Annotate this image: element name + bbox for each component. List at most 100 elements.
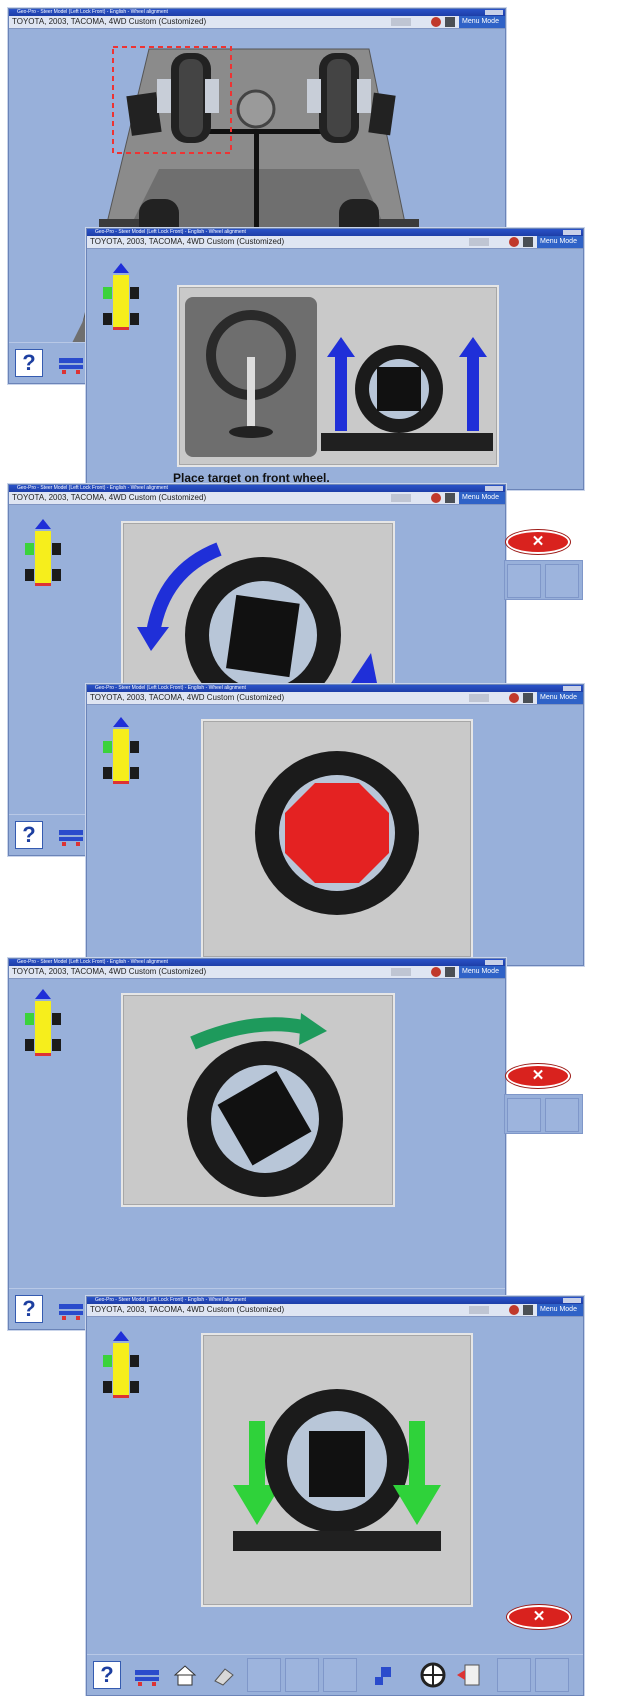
wheel-target xyxy=(226,594,300,678)
titlebar-text: Geo-Pro - Steer Model (Left Lock Front) … xyxy=(95,1297,246,1303)
menu-mode-label[interactable]: Menu Mode xyxy=(459,16,505,28)
vehicle-info: TOYOTA, 2003, TACOMA, 4WD Custom (Custom… xyxy=(90,237,285,246)
steering-wheel xyxy=(236,89,276,129)
instruction-panel xyxy=(121,993,395,1207)
network-icon xyxy=(375,1667,391,1685)
menu-mode-label[interactable]: Menu Mode xyxy=(459,492,505,504)
window-controls[interactable] xyxy=(563,1298,581,1303)
exit-button[interactable]: ✕ xyxy=(506,530,570,554)
window-controls[interactable] xyxy=(563,686,581,691)
settings-icon[interactable] xyxy=(523,1305,533,1315)
vehicle-position-indicator xyxy=(103,1331,139,1398)
alignment-button[interactable] xyxy=(133,1661,161,1689)
vehicle-info: TOYOTA, 2003, TACOMA, 4WD Custom (Custom… xyxy=(12,967,207,976)
settings-icon[interactable] xyxy=(523,693,533,703)
alert-icon[interactable] xyxy=(509,693,519,703)
menu-mode-label[interactable]: Menu Mode xyxy=(537,1304,583,1316)
lower-target-graphic xyxy=(233,1389,441,1551)
toolbar-cell[interactable] xyxy=(507,564,541,598)
vehicle-position-indicator xyxy=(25,519,61,586)
window-controls[interactable] xyxy=(485,10,503,15)
exit-icon: ✕ xyxy=(531,533,545,550)
toolbar-cell[interactable] xyxy=(497,1658,531,1692)
toolbar-cell[interactable] xyxy=(247,1658,281,1692)
toolbar-cell[interactable] xyxy=(285,1658,319,1692)
toolbar-cell[interactable] xyxy=(535,1658,569,1692)
window-titlebar: Geo-Pro - Steer Model (Left Lock Front) … xyxy=(87,685,583,692)
target-status-graphic xyxy=(255,751,419,915)
toolbar-cell[interactable] xyxy=(545,564,579,598)
alignment-button[interactable] xyxy=(57,821,85,849)
settings-icon[interactable] xyxy=(523,237,533,247)
vehicle-info: TOYOTA, 2003, TACOMA, 4WD Custom (Custom… xyxy=(12,493,207,502)
instruction-panel xyxy=(201,1333,473,1607)
alignment-button[interactable] xyxy=(57,1295,85,1323)
window-controls[interactable] xyxy=(485,960,503,965)
menu-mode-label[interactable]: Menu Mode xyxy=(537,692,583,704)
exit-button[interactable]: ✕ xyxy=(507,1605,571,1629)
eraser-button[interactable] xyxy=(209,1661,237,1689)
help-button[interactable]: ? xyxy=(15,1295,43,1323)
home-button[interactable] xyxy=(171,1661,199,1689)
help-button[interactable]: ? xyxy=(15,821,43,849)
help-button[interactable]: ? xyxy=(15,349,43,377)
instruction-panel xyxy=(201,719,473,959)
vehicle-info: TOYOTA, 2003, TACOMA, 4WD Custom (Custom… xyxy=(90,693,285,702)
alignment-icon xyxy=(59,1304,83,1320)
alert-icon[interactable] xyxy=(431,17,441,27)
help-icon: ? xyxy=(22,350,36,375)
vehicle-info-bar: TOYOTA, 2003, TACOMA, 4WD Custom (Custom… xyxy=(87,236,583,249)
left-up-arrow xyxy=(327,337,355,431)
alignment-icon xyxy=(135,1670,159,1686)
rotate-arrow-left-head xyxy=(137,627,169,651)
status-field xyxy=(469,694,489,702)
alignment-icon xyxy=(59,358,83,374)
rotate-arrow-green-head xyxy=(299,1013,327,1045)
vehicle-info-bar: TOYOTA, 2003, TACOMA, 4WD Custom (Custom… xyxy=(9,492,505,505)
titlebar-text: Geo-Pro - Steer Model (Left Lock Front) … xyxy=(17,959,168,965)
alignment-icon xyxy=(59,830,83,846)
place-target-graphic xyxy=(185,297,493,457)
wheel-target xyxy=(377,367,421,411)
home-icon xyxy=(173,1665,197,1686)
window-titlebar: Geo-Pro - Steer Model (Left Lock Front) … xyxy=(9,485,505,492)
menu-mode-label[interactable]: Menu Mode xyxy=(459,966,505,978)
titlebar-text: Geo-Pro - Steer Model (Left Lock Front) … xyxy=(17,9,168,15)
instruction-caption: Place target on front wheel. xyxy=(173,471,330,485)
target-button[interactable] xyxy=(419,1661,447,1689)
exit-icon: ✕ xyxy=(532,1608,546,1625)
exit-button[interactable]: ✕ xyxy=(506,1064,570,1088)
toolbar-cell[interactable] xyxy=(507,1098,541,1132)
window-controls[interactable] xyxy=(563,230,581,235)
toolbar-cell[interactable] xyxy=(323,1658,357,1692)
window-lower-target: Geo-Pro - Steer Model (Left Lock Front) … xyxy=(86,1296,584,1696)
right-up-arrow xyxy=(459,337,487,431)
window-controls[interactable] xyxy=(485,486,503,491)
vehicle-info-bar: TOYOTA, 2003, TACOMA, 4WD Custom (Custom… xyxy=(87,692,583,705)
network-button[interactable] xyxy=(371,1661,399,1689)
vehicle-info-bar: TOYOTA, 2003, TACOMA, 4WD Custom (Custom… xyxy=(9,966,505,979)
target-icon xyxy=(420,1662,446,1688)
status-field xyxy=(391,968,411,976)
instruction-panel xyxy=(177,285,499,467)
alert-icon[interactable] xyxy=(509,237,519,247)
alert-icon[interactable] xyxy=(431,493,441,503)
exit-door-button[interactable] xyxy=(455,1661,483,1689)
settings-icon[interactable] xyxy=(445,493,455,503)
alignment-button[interactable] xyxy=(57,349,85,377)
steering-holder-base xyxy=(229,426,273,438)
target-status-octagon xyxy=(285,783,389,883)
toolbar-cell[interactable] xyxy=(545,1098,579,1132)
alert-icon[interactable] xyxy=(431,967,441,977)
window-titlebar: Geo-Pro - Steer Model (Left Lock Front) … xyxy=(9,9,505,16)
settings-icon[interactable] xyxy=(445,17,455,27)
settings-icon[interactable] xyxy=(445,967,455,977)
status-field xyxy=(469,1306,489,1314)
side-toolbar-fragment xyxy=(504,560,583,600)
steering-holder xyxy=(247,357,255,427)
help-button[interactable]: ? xyxy=(93,1661,121,1689)
alert-icon[interactable] xyxy=(509,1305,519,1315)
menu-mode-label[interactable]: Menu Mode xyxy=(537,236,583,248)
vehicle-info: TOYOTA, 2003, TACOMA, 4WD Custom (Custom… xyxy=(12,17,207,26)
status-field xyxy=(391,494,411,502)
